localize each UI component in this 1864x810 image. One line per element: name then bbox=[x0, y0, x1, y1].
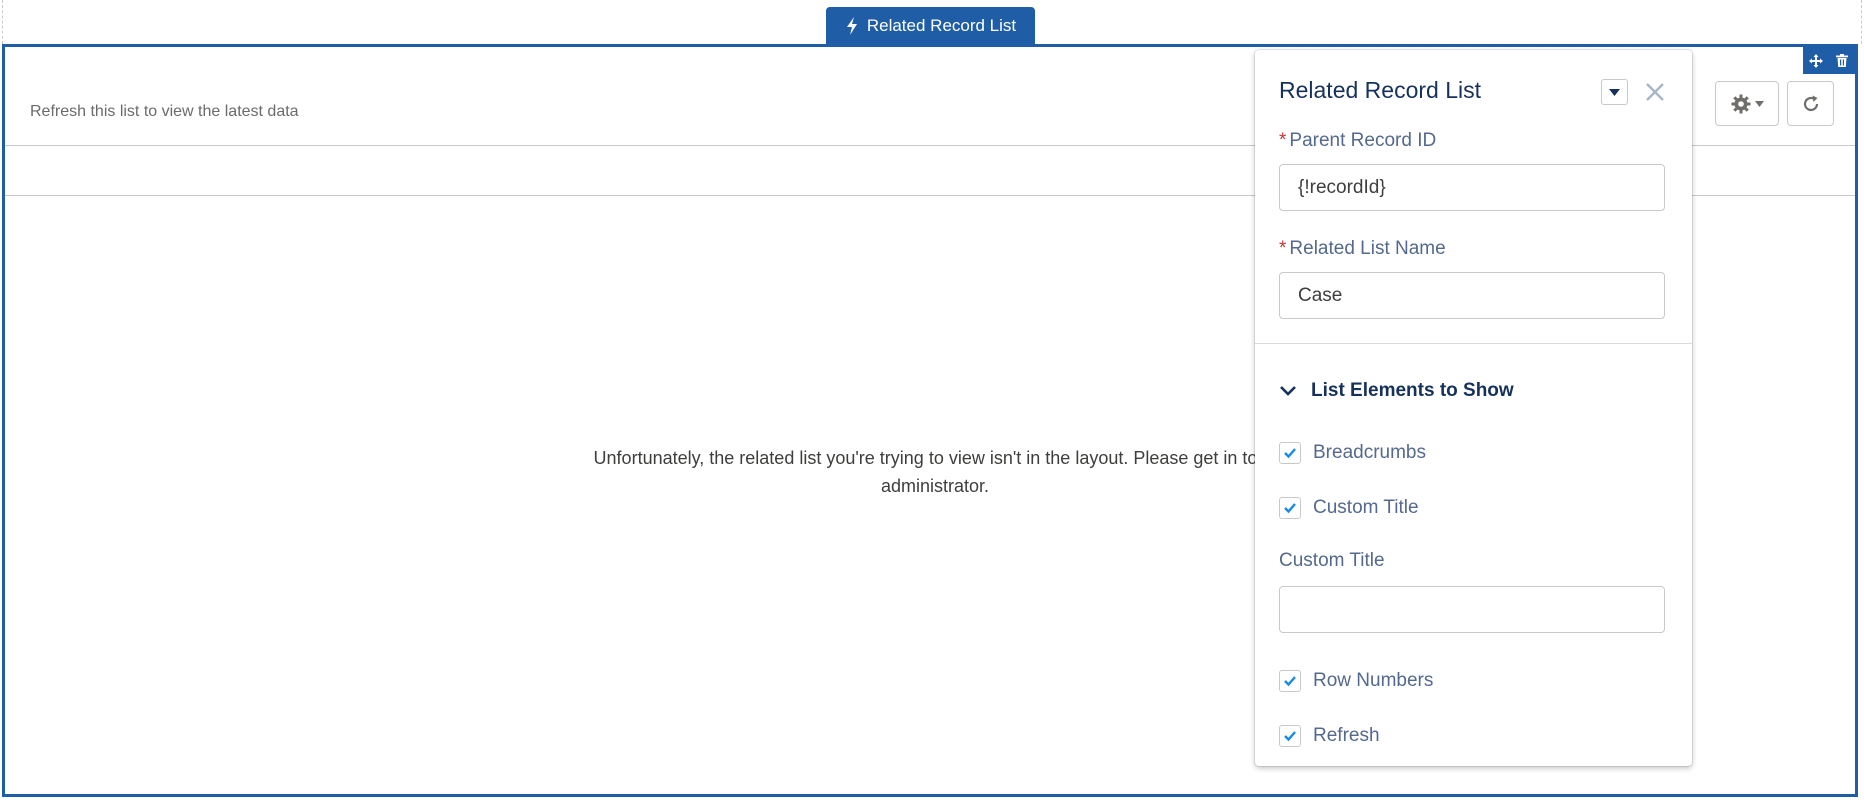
panel-close-button[interactable] bbox=[1642, 79, 1668, 105]
custom-title-input[interactable] bbox=[1279, 586, 1665, 633]
related-list-name-input[interactable]: Case bbox=[1279, 272, 1665, 319]
checkmark-icon bbox=[1284, 448, 1296, 459]
refresh-label: Refresh bbox=[1313, 725, 1380, 746]
close-icon bbox=[1646, 83, 1664, 101]
refresh-icon bbox=[1803, 95, 1818, 111]
component-label-text: Related Record List bbox=[866, 15, 1017, 35]
section-label: List Elements to Show bbox=[1311, 380, 1514, 401]
row-numbers-checkbox-row[interactable]: Row Numbers bbox=[1279, 670, 1433, 692]
property-editor-panel: Related Record List * Parent Record ID {!… bbox=[1255, 50, 1692, 766]
caret-down-icon bbox=[1754, 100, 1764, 107]
canvas-guide-right bbox=[1861, 0, 1862, 44]
parent-record-id-label-text: Parent Record ID bbox=[1289, 130, 1437, 151]
checkmark-icon bbox=[1284, 731, 1296, 742]
list-elements-section-toggle[interactable]: List Elements to Show bbox=[1279, 380, 1514, 402]
required-marker: * bbox=[1279, 130, 1287, 151]
panel-menu-button[interactable] bbox=[1601, 79, 1628, 105]
checkmark-icon bbox=[1284, 676, 1296, 687]
parent-record-id-input[interactable]: {!recordId} bbox=[1279, 164, 1665, 211]
gear-icon bbox=[1731, 94, 1750, 113]
canvas-guide-left bbox=[2, 0, 3, 44]
frame-toolbar bbox=[1803, 47, 1855, 74]
chevron-down-icon bbox=[1280, 386, 1296, 396]
refresh-hint-text: Refresh this list to view the latest dat… bbox=[30, 103, 299, 120]
refresh-checkbox-row[interactable]: Refresh bbox=[1279, 725, 1380, 747]
breadcrumbs-checkbox-row[interactable]: Breadcrumbs bbox=[1279, 442, 1426, 464]
row-numbers-checkbox[interactable] bbox=[1279, 670, 1301, 692]
list-settings-button[interactable] bbox=[1715, 81, 1779, 126]
row-numbers-label: Row Numbers bbox=[1313, 670, 1434, 691]
parent-record-id-label: * Parent Record ID bbox=[1279, 130, 1436, 152]
custom-title-field-label: Custom Title bbox=[1279, 550, 1385, 571]
custom-title-checkbox-row[interactable]: Custom Title bbox=[1279, 497, 1419, 519]
panel-section-divider bbox=[1255, 343, 1692, 344]
move-icon[interactable] bbox=[1806, 51, 1826, 71]
trash-icon[interactable] bbox=[1832, 51, 1852, 71]
required-marker: * bbox=[1279, 238, 1287, 259]
custom-title-checkbox[interactable] bbox=[1279, 497, 1301, 519]
related-list-name-label-text: Related List Name bbox=[1289, 238, 1446, 259]
breadcrumbs-checkbox[interactable] bbox=[1279, 442, 1301, 464]
lightning-bolt-icon bbox=[846, 16, 857, 35]
component-label-tab[interactable]: Related Record List bbox=[826, 7, 1035, 44]
list-refresh-button[interactable] bbox=[1787, 81, 1834, 126]
breadcrumbs-label: Breadcrumbs bbox=[1313, 442, 1426, 463]
panel-title: Related Record List bbox=[1279, 77, 1481, 103]
custom-title-checkbox-label: Custom Title bbox=[1313, 497, 1419, 518]
checkmark-icon bbox=[1284, 503, 1296, 514]
refresh-checkbox[interactable] bbox=[1279, 725, 1301, 747]
related-list-name-label: * Related List Name bbox=[1279, 238, 1446, 260]
caret-down-icon bbox=[1609, 88, 1620, 96]
